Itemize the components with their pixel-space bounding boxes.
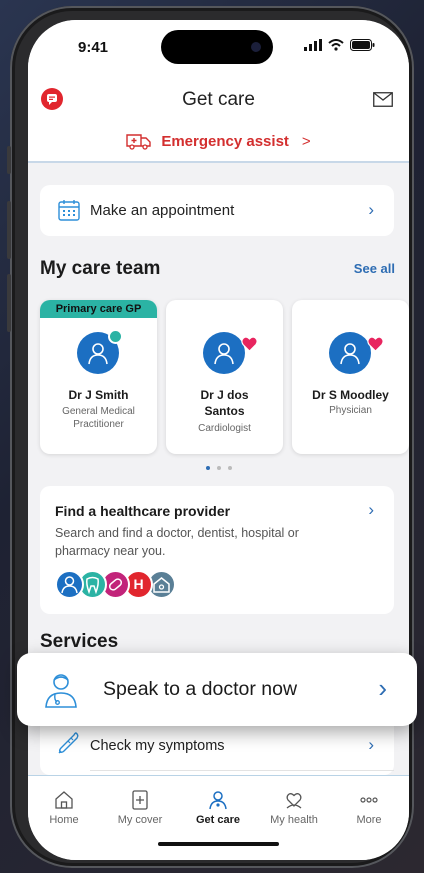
doctor-avatar [77,329,128,374]
tab-label: My health [270,814,318,826]
thermometer-icon [58,732,79,754]
services-title: Services [40,631,119,652]
tab-label: More [356,814,382,826]
volume-up-button [7,201,11,259]
chevron-right-icon: › [378,673,387,703]
carousel-pagination[interactable] [28,466,409,470]
doctor-avatar [329,332,384,374]
tab-label: Get care [195,814,241,826]
mute-switch [7,146,11,174]
cover-icon [105,788,175,812]
doctor-name: Dr J dos Santos [200,388,249,418]
chevron-right-icon: › [368,500,374,519]
status-icons [304,39,375,51]
status-bar: 9:41 [28,20,409,75]
emergency-chevron: > [301,132,311,150]
divider [90,770,394,771]
tab-label: Home [49,814,79,826]
app-screen: 9:41 Get care Emergency assist > Make an… [28,20,409,860]
doctor-role: General Medical Practitioner [62,406,135,430]
page-title: Get care [182,89,255,110]
primary-care-banner: Primary care GP [40,300,157,318]
tab-my-cover[interactable]: My cover [105,788,175,826]
check-symptoms-label[interactable]: Check my symptoms [90,738,225,754]
provider-description: Search and find a doctor, dentist, hospi… [55,526,299,558]
more-icon [334,788,404,812]
doctor-avatar [203,332,258,374]
bottom-tab-bar: Home My cover Get care My health More [28,775,409,860]
speak-to-doctor-label: Speak to a doctor now [103,678,298,700]
pagination-dot[interactable] [205,466,210,470]
chevron-right-icon: › [368,200,374,219]
care-team-card-smith[interactable]: Primary care GP Dr J Smith General Medic… [40,300,157,454]
pagination-dot[interactable] [227,466,232,470]
tab-my-health[interactable]: My health [259,788,329,826]
pagination-dot[interactable] [216,466,221,470]
app-header: Get care Emergency assist > [28,75,409,163]
provider-title: Find a healthcare provider [55,503,231,519]
volume-down-button [7,274,11,332]
signal-icon [304,39,322,51]
care-team-card-moodley[interactable]: Dr S Moodley Physician [292,300,409,454]
doctor-icon [340,343,360,365]
health-icon [259,788,329,812]
home-icon [29,788,99,812]
camera-dot [251,42,261,52]
doctor-icon [45,674,77,708]
make-appointment-card[interactable]: Make an appointment › [40,185,394,236]
heart-icon [359,328,384,352]
doctor-icon [183,788,253,812]
doctor-role: Physician [329,405,372,416]
make-appointment-label: Make an appointment [90,202,235,219]
tab-home[interactable]: Home [29,788,99,826]
emergency-label: Emergency assist [161,132,289,150]
doctor-icon [88,343,108,365]
dynamic-island [161,30,273,64]
tab-label: My cover [117,814,163,826]
doctor-role: Cardiologist [198,423,251,434]
speak-to-doctor-button[interactable]: Speak to a doctor now › [17,653,417,726]
care-team-title: My care team [40,258,161,279]
care-team-card-dos-santos[interactable]: Dr J dos Santos Cardiologist [166,300,283,454]
status-time: 9:41 [78,39,109,56]
chevron-right-icon[interactable]: › [368,735,374,755]
calendar-icon [58,200,80,221]
home-indicator [158,842,279,846]
doctor-name: Dr S Moodley [312,388,389,402]
doctor-icon [214,343,234,365]
mail-icon[interactable] [373,92,393,112]
provider-type-icons: H [55,570,176,599]
see-all-link[interactable]: See all [354,261,395,276]
wifi-icon [328,39,344,51]
doctor-icon [55,570,84,599]
battery-icon [350,39,375,51]
emergency-assist-link[interactable]: Emergency assist > [28,132,409,150]
find-provider-card[interactable]: Find a healthcare provider › Search and … [40,486,394,614]
doctor-name: Dr J Smith [68,388,129,402]
tab-more[interactable]: More [334,788,404,826]
tab-get-care[interactable]: Get care [183,788,253,826]
heart-icon [233,328,258,352]
ambulance-icon [126,134,152,150]
check-icon [108,329,128,348]
